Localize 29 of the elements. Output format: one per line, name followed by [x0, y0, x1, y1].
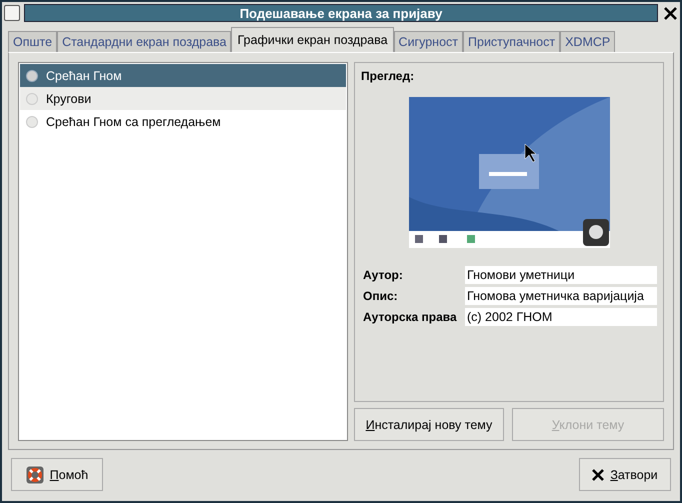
- install-theme-button[interactable]: Инсталирај нову тему: [354, 408, 504, 441]
- preview-label: Преглед:: [361, 69, 416, 83]
- detail-label: Аутор:: [362, 267, 404, 284]
- theme-name: Кругови: [46, 92, 92, 106]
- theme-row[interactable]: Кругови: [20, 87, 346, 110]
- theme-row[interactable]: Срећан Гном: [20, 64, 346, 87]
- radio-icon[interactable]: [26, 116, 38, 128]
- close-icon: [592, 468, 604, 480]
- window-menu-icon[interactable]: [4, 5, 20, 21]
- tab[interactable]: Стандардни екран поздрава: [57, 31, 232, 52]
- lifebuoy-icon: [26, 466, 44, 484]
- tab[interactable]: Опште: [8, 31, 58, 52]
- detail-label: Ауторска права: [362, 309, 458, 326]
- theme-name: Срећан Гном са прегледањем: [46, 114, 221, 128]
- theme-name: Срећан Гном: [46, 68, 122, 82]
- tab[interactable]: Приступачност: [463, 31, 560, 52]
- detail-value: Гномова уметничка варијација: [465, 287, 657, 305]
- tab[interactable]: Сигурност: [394, 31, 464, 52]
- tab[interactable]: XDMCP: [560, 31, 616, 52]
- window-title: Подешавање екрана за пријаву: [24, 4, 658, 22]
- close-button[interactable]: Затвори: [579, 458, 671, 491]
- help-button[interactable]: Помоћ: [11, 458, 103, 491]
- close-icon[interactable]: [662, 5, 678, 21]
- detail-label: Опис:: [362, 288, 399, 305]
- radio-icon[interactable]: [26, 70, 38, 82]
- detail-value: (c) 2002 ГНОМ: [465, 308, 657, 326]
- radio-icon[interactable]: [26, 92, 38, 104]
- tab[interactable]: Графички екран поздрава: [231, 27, 394, 53]
- detail-value: Гномови уметници: [465, 266, 657, 284]
